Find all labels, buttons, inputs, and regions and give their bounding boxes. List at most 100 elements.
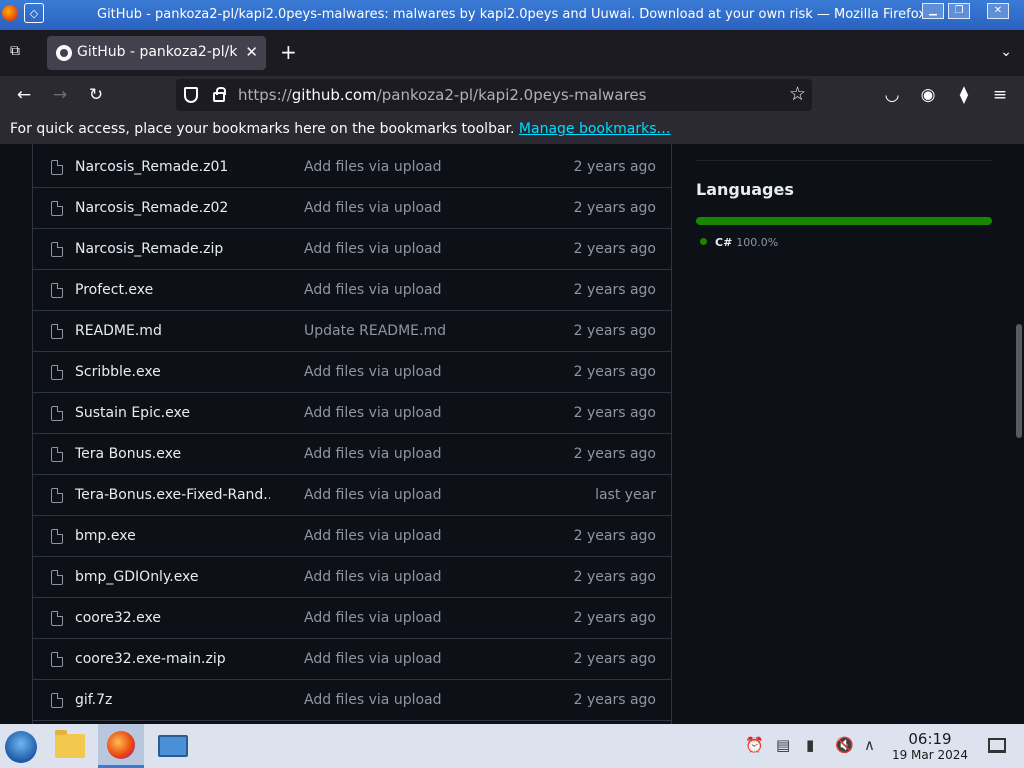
file-row[interactable]: Narcosis_Remade.z01 Add files via upload 2…	[33, 147, 671, 188]
commit-message-link[interactable]: Add files via upload	[304, 487, 442, 503]
commit-time: 2 years ago	[573, 159, 656, 175]
file-name-link[interactable]: Sustain Epic.exe	[75, 405, 270, 421]
firefox-icon[interactable]	[2, 5, 18, 21]
url-text[interactable]: https://github.com/pankoza2-pl/kapi2.0pe…	[238, 86, 646, 104]
commit-message-link[interactable]: Add files via upload	[304, 446, 442, 462]
start-menu-button[interactable]	[5, 731, 37, 763]
tray-expand-chevron-icon[interactable]: ∧	[864, 736, 875, 754]
file-name-link[interactable]: coore32.exe	[75, 610, 270, 626]
show-desktop-icon[interactable]	[988, 738, 1006, 753]
file-name-link[interactable]: Tera Bonus.exe	[75, 446, 270, 462]
back-arrow-icon[interactable]: ←	[13, 84, 35, 106]
file-icon	[51, 652, 63, 667]
file-name-link[interactable]: coore32.exe-main.zip	[75, 651, 270, 667]
file-name-link[interactable]: gif.7z	[75, 692, 270, 708]
volume-muted-icon[interactable]: 🔇	[835, 736, 854, 754]
file-row[interactable]: bmp.exe Add files via upload 2 years ago	[33, 516, 671, 557]
file-row[interactable]: gif.7z Add files via upload 2 years ago	[33, 680, 671, 721]
maximize-button[interactable]: ❐	[948, 3, 970, 19]
forward-arrow-icon[interactable]: →	[49, 84, 71, 106]
commit-time: 2 years ago	[573, 241, 656, 257]
file-row[interactable]: Sustain Epic.exe Add files via upload 2 ye…	[33, 393, 671, 434]
commit-time: 2 years ago	[573, 405, 656, 421]
file-icon	[51, 242, 63, 257]
file-name-link[interactable]: Tera-Bonus.exe-Fixed-Rand...	[75, 487, 270, 503]
commit-message-link[interactable]: Update README.md	[304, 323, 446, 339]
system-settings-button[interactable]	[150, 724, 196, 768]
firefox-view-icon[interactable]: ⧉	[10, 43, 28, 61]
commit-time: 2 years ago	[573, 323, 656, 339]
scrollbar-thumb[interactable]	[1016, 324, 1022, 438]
commit-message-link[interactable]: Add files via upload	[304, 692, 442, 708]
commit-message-link[interactable]: Add files via upload	[304, 651, 442, 667]
minimize-button[interactable]: ▁	[922, 3, 944, 19]
manage-bookmarks-link[interactable]: Manage bookmarks…	[519, 121, 671, 137]
file-icon	[51, 488, 63, 503]
commit-time: 2 years ago	[573, 569, 656, 585]
commit-time: 2 years ago	[573, 200, 656, 216]
commit-message-link[interactable]: Add files via upload	[304, 528, 442, 544]
file-name-link[interactable]: bmp.exe	[75, 528, 270, 544]
file-row[interactable]: Narcosis_Remade.zip Add files via upload 2…	[33, 229, 671, 270]
file-row[interactable]: Scribble.exe Add files via upload 2 years …	[33, 352, 671, 393]
lock-icon[interactable]	[213, 87, 226, 102]
pin-icon[interactable]: ◇	[24, 3, 44, 23]
commit-message-link[interactable]: Add files via upload	[304, 282, 442, 298]
file-row[interactable]: README.md Update README.md 2 years ago	[33, 311, 671, 352]
commit-message-link[interactable]: Add files via upload	[304, 405, 442, 421]
close-window-button[interactable]: ✕	[987, 3, 1009, 19]
file-icon	[51, 160, 63, 175]
file-name-link[interactable]: Scribble.exe	[75, 364, 270, 380]
commit-message-link[interactable]: Add files via upload	[304, 200, 442, 216]
file-row[interactable]: Profect.exe Add files via upload 2 years a…	[33, 270, 671, 311]
file-name-link[interactable]: Narcosis_Remade.z01	[75, 159, 270, 175]
file-name-link[interactable]: bmp_GDIOnly.exe	[75, 569, 270, 585]
reload-icon[interactable]: ↻	[85, 84, 107, 106]
commit-message-link[interactable]: Add files via upload	[304, 159, 442, 175]
commit-message-link[interactable]: Add files via upload	[304, 569, 442, 585]
file-icon	[51, 447, 63, 462]
file-row[interactable]: coore32.exe-main.zip Add files via upload…	[33, 639, 671, 680]
file-name-link[interactable]: README.md	[75, 323, 270, 339]
taskbar: ⏰ ▤ ▮ 🔇 ∧ 06:19 19 Mar 2024	[0, 724, 1024, 768]
commit-time: 2 years ago	[573, 282, 656, 298]
new-tab-button[interactable]: +	[280, 42, 297, 62]
clock-date: 19 Mar 2024	[891, 748, 969, 762]
firefox-taskbar-button[interactable]	[98, 724, 144, 768]
navigation-toolbar: ← → ↻ https://github.com/pankoza2-pl/kap…	[0, 76, 1024, 114]
commit-message-link[interactable]: Add files via upload	[304, 364, 442, 380]
file-manager-button[interactable]	[47, 724, 93, 768]
file-row[interactable]: Narcosis_Remade.z02 Add files via upload 2…	[33, 188, 671, 229]
commit-message-link[interactable]: Add files via upload	[304, 610, 442, 626]
file-name-link[interactable]: Profect.exe	[75, 282, 270, 298]
url-bar[interactable]: https://github.com/pankoza2-pl/kapi2.0pe…	[176, 79, 812, 111]
file-name-link[interactable]: Narcosis_Remade.zip	[75, 241, 270, 257]
battery-icon[interactable]: ▮	[806, 736, 814, 754]
menu-icon[interactable]: ≡	[989, 84, 1011, 106]
file-row[interactable]: Tera-Bonus.exe-Fixed-Rand... Add files vi…	[33, 475, 671, 516]
extensions-icon[interactable]: ⧫	[953, 84, 975, 106]
clipboard-icon[interactable]: ▤	[776, 736, 790, 754]
notifications-icon[interactable]: ⏰	[745, 736, 764, 754]
languages-heading[interactable]: Languages	[696, 180, 794, 199]
tracking-protection-shield-icon[interactable]	[184, 87, 198, 103]
sidebar-divider	[696, 160, 992, 161]
commit-time: 2 years ago	[573, 651, 656, 667]
tab-close-icon[interactable]: ✕	[245, 43, 258, 61]
account-icon[interactable]: ◉	[917, 84, 939, 106]
language-item-csharp[interactable]: C# 100.0%	[700, 236, 778, 249]
commit-time: last year	[595, 487, 656, 503]
file-row[interactable]: coore32.exe Add files via upload 2 years a…	[33, 598, 671, 639]
page-scrollbar[interactable]	[1014, 144, 1024, 724]
file-row[interactable]: Tera Bonus.exe Add files via upload 2 year…	[33, 434, 671, 475]
tab-github[interactable]: GitHub - pankoza2-pl/kapi2.0peys-malware…	[47, 36, 266, 70]
commit-message-link[interactable]: Add files via upload	[304, 241, 442, 257]
commit-time: 2 years ago	[573, 528, 656, 544]
file-name-link[interactable]: Narcosis_Remade.z02	[75, 200, 270, 216]
list-all-tabs-chevron-icon[interactable]: ⌄	[1000, 44, 1012, 60]
pocket-icon[interactable]: ◡	[881, 84, 903, 106]
bookmark-star-icon[interactable]: ☆	[789, 83, 806, 105]
file-icon	[51, 324, 63, 339]
clock[interactable]: 06:19 19 Mar 2024	[890, 731, 970, 763]
file-row[interactable]: bmp_GDIOnly.exe Add files via upload 2 yea…	[33, 557, 671, 598]
